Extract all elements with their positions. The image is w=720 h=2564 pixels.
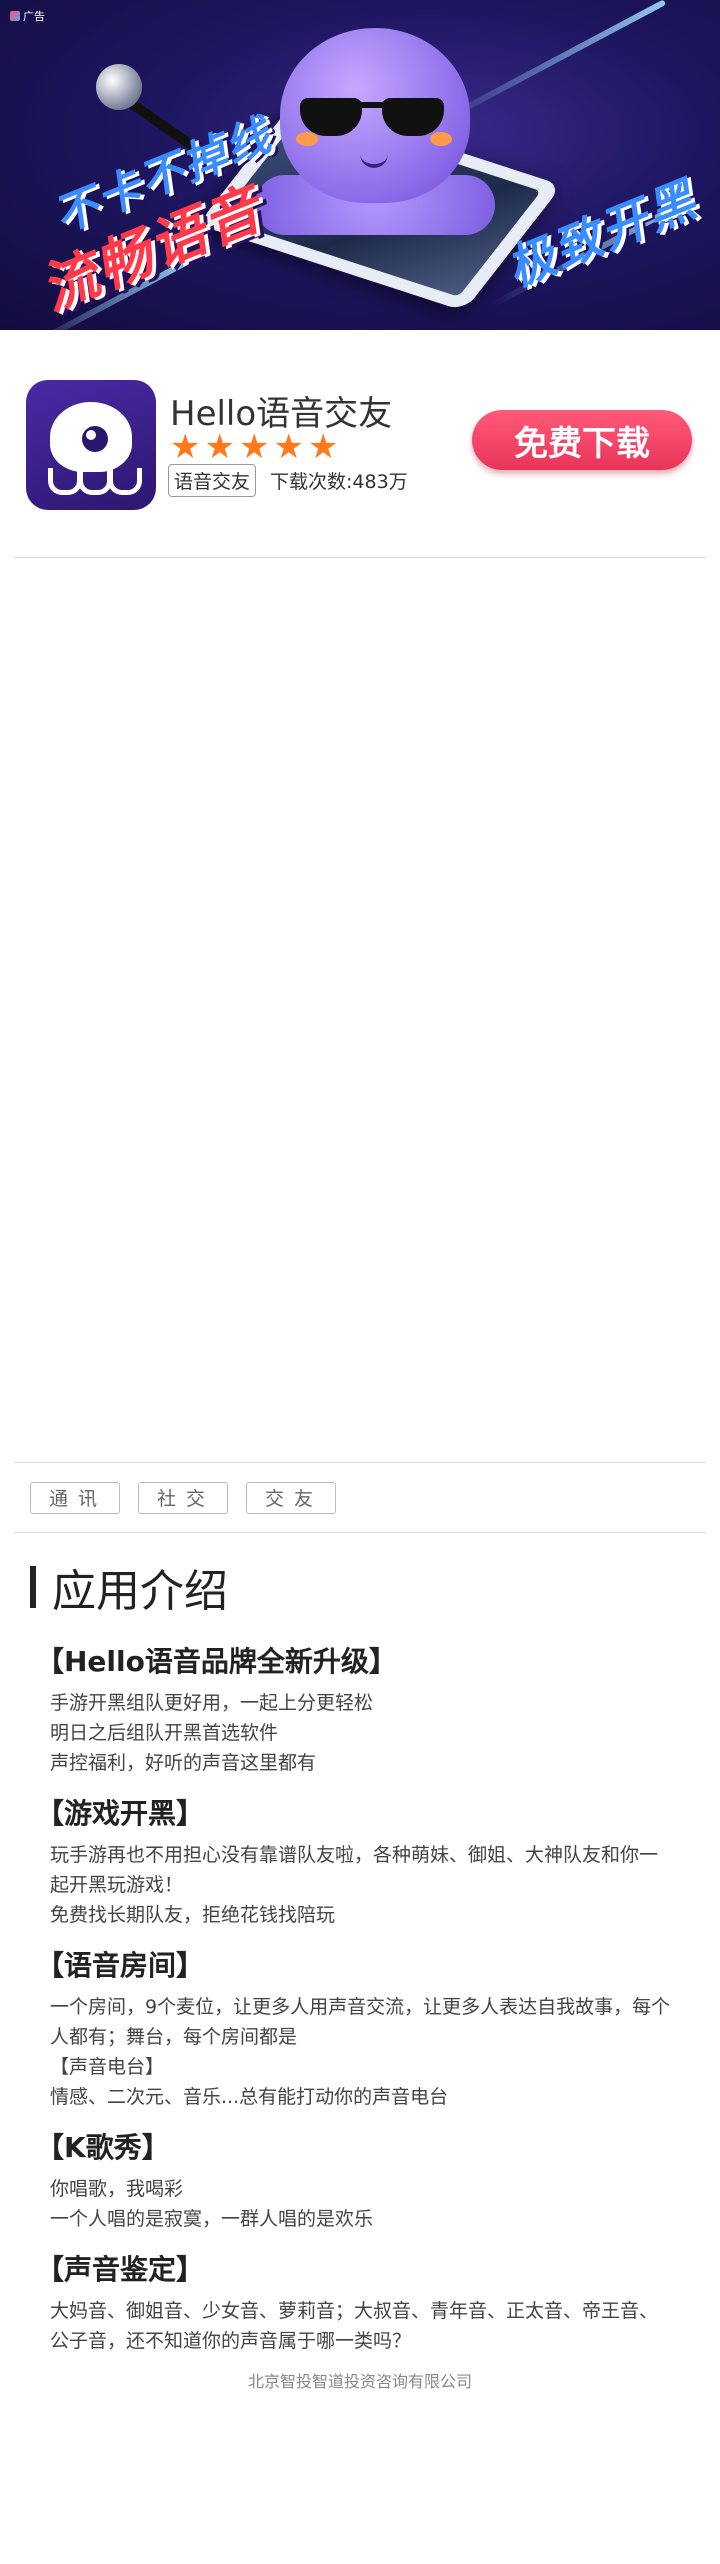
- rating-stars: ★ ★ ★ ★ ★: [170, 430, 338, 464]
- section-line: 你唱歌，我喝彩: [50, 2178, 184, 2200]
- section-line: 一个人唱的是寂寞，一群人唱的是欢乐: [50, 2208, 374, 2230]
- free-download-button[interactable]: 免费下载: [472, 410, 692, 470]
- category-tag[interactable]: 交友: [246, 1482, 336, 1514]
- intro-section: 【声音鉴定】 大妈音、御姐音、少女音、萝莉音；大叔音、青年音、正太音、帝王音、公…: [36, 2248, 676, 2356]
- intro-section: 【K歌秀】 你唱歌，我喝彩 一个人唱的是寂寞，一群人唱的是欢乐: [36, 2126, 676, 2234]
- ad-label: 广告: [10, 8, 45, 24]
- microphone-icon: [96, 64, 142, 110]
- intro-section: 【语音房间】 一个房间，9个麦位，让更多人用声音交流，让更多人表达自我故事，每个…: [36, 1944, 676, 2112]
- section-line: 免费找长期队友，拒绝花钱找陪玩: [50, 1904, 336, 1926]
- section-line: 【声音电台】: [50, 2056, 165, 2078]
- app-category-tag: 语音交友: [168, 464, 257, 497]
- section-line: 大妈音、御姐音、少女音、萝莉音；大叔音、青年音、正太音、帝王音、公子音，还不知道…: [50, 2300, 659, 2352]
- company-footer: 北京智投智道投资咨询有限公司: [247, 2372, 472, 2391]
- ad-icon: [10, 11, 20, 21]
- cheek: [430, 132, 452, 146]
- section-heading: 【游戏开黑】: [36, 1797, 205, 1830]
- section-heading: 【Hello语音品牌全新升级】: [36, 1645, 397, 1678]
- section-line: 手游开黑组队更好用，一起上分更轻松: [50, 1692, 374, 1714]
- promo-banner[interactable]: 广告 不卡不掉线 流畅语音 极致开黑: [0, 0, 720, 330]
- ad-label-text: 广告: [23, 10, 45, 23]
- divider: [14, 557, 706, 558]
- section-heading: 【语音房间】: [36, 1949, 205, 1982]
- intro-heading: 应用介绍: [30, 1562, 228, 1617]
- section-line: 一个房间，9个麦位，让更多人用声音交流，让更多人表达自我故事，每个人都有；舞台，…: [50, 1996, 671, 2048]
- category-tag[interactable]: 社交: [138, 1482, 228, 1514]
- star-icon: ★: [238, 427, 270, 467]
- category-tags: 通讯 社交 交友: [30, 1482, 336, 1514]
- intro-sections: 【Hello语音品牌全新升级】 手游开黑组队更好用，一起上分更轻松 明日之后组队…: [36, 1640, 676, 2370]
- app-icon[interactable]: [26, 380, 156, 510]
- category-tag[interactable]: 通讯: [30, 1482, 120, 1514]
- section-heading: 【声音鉴定】: [36, 2253, 205, 2286]
- divider: [14, 1532, 706, 1533]
- app-info-row: Hello语音交友 ★ ★ ★ ★ ★ 语音交友 下载次数:483万 免费下载: [0, 330, 720, 558]
- star-icon: ★: [170, 427, 201, 467]
- cheek: [296, 132, 318, 146]
- star-icon: ★: [273, 427, 304, 467]
- intro-section: 【Hello语音品牌全新升级】 手游开黑组队更好用，一起上分更轻松 明日之后组队…: [36, 1640, 676, 1778]
- intro-section: 【游戏开黑】 玩手游再也不用担心没有靠谱队友啦，各种萌妹、御姐、大神队友和你一起…: [36, 1792, 676, 1930]
- sunglasses-icon: [300, 92, 450, 138]
- section-line: 声控福利，好听的声音这里都有: [50, 1752, 317, 1774]
- section-line: 明日之后组队开黑首选软件: [50, 1722, 279, 1744]
- heading-bar: [30, 1566, 36, 1608]
- section-line: 情感、二次元、音乐...总有能打动你的声音电台: [50, 2086, 449, 2108]
- section-line: 玩手游再也不用担心没有靠谱队友啦，各种萌妹、御姐、大神队友和你一起开黑玩游戏！: [50, 1844, 659, 1896]
- divider: [14, 1462, 706, 1463]
- intro-title: 应用介绍: [52, 1566, 228, 1617]
- star-icon: ★: [307, 427, 339, 467]
- download-count: 下载次数:483万: [270, 471, 408, 493]
- section-heading: 【K歌秀】: [36, 2131, 170, 2164]
- star-icon: ★: [204, 427, 235, 467]
